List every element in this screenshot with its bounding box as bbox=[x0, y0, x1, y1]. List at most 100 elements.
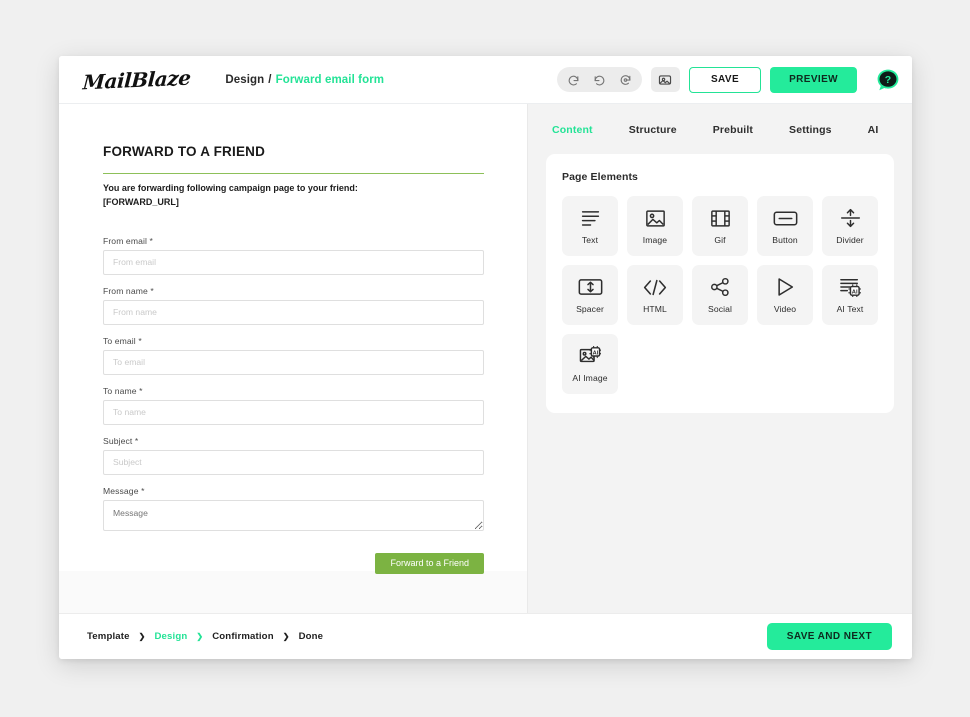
required-marker: * bbox=[134, 435, 139, 446]
step-design[interactable]: Design bbox=[154, 631, 187, 642]
page-title: FORWARD TO A FRIEND bbox=[103, 144, 266, 159]
form-fields: From email * From name * bbox=[103, 236, 484, 531]
brand-logo: MailBlaze bbox=[82, 65, 192, 94]
element-tile-image[interactable]: Image bbox=[627, 196, 683, 256]
play-triangle-icon bbox=[776, 276, 795, 298]
share-nodes-icon bbox=[710, 276, 731, 298]
element-tile-video[interactable]: Video bbox=[757, 265, 813, 325]
element-label: AI Text bbox=[836, 304, 864, 314]
message-textarea[interactable] bbox=[103, 499, 484, 531]
field-message: Message * bbox=[103, 486, 484, 531]
label-text: Subject bbox=[103, 435, 133, 446]
film-strip-icon bbox=[710, 207, 731, 229]
field-from-email: From email * bbox=[103, 236, 484, 275]
tab-structure[interactable]: Structure bbox=[629, 118, 677, 142]
required-marker: * bbox=[139, 385, 143, 396]
label-to-email: To email * bbox=[103, 336, 484, 346]
field-subject: Subject * bbox=[103, 436, 484, 475]
history-button-group bbox=[556, 67, 642, 92]
element-tile-text[interactable]: Text bbox=[562, 196, 618, 256]
history-restore-icon[interactable] bbox=[618, 72, 633, 87]
page-elements-card: Page Elements Text Image Gif Button Divi… bbox=[546, 154, 894, 413]
element-tile-ai-text[interactable]: AI AI Text bbox=[822, 265, 878, 325]
save-button[interactable]: SAVE bbox=[688, 66, 762, 93]
element-label: Social bbox=[707, 304, 732, 314]
element-label: Button bbox=[772, 235, 798, 245]
page-elements-title: Page Elements bbox=[562, 171, 638, 183]
to-email-input[interactable] bbox=[103, 349, 484, 375]
top-toolbar: MailBlaze Design / Forward email form SA… bbox=[59, 56, 912, 104]
breadcrumb-separator: / bbox=[268, 73, 272, 86]
intro-text: You are forwarding following campaign pa… bbox=[103, 182, 484, 210]
subject-input[interactable] bbox=[103, 449, 484, 475]
chevron-right-icon: ❯ bbox=[138, 632, 146, 641]
divider-arrows-icon bbox=[840, 207, 861, 229]
step-template[interactable]: Template bbox=[87, 631, 130, 642]
element-tile-divider[interactable]: Divider bbox=[822, 196, 878, 256]
forward-email-form: FORWARD TO A FRIEND You are forwarding f… bbox=[59, 104, 527, 574]
breadcrumb-section[interactable]: Design bbox=[225, 74, 264, 86]
redo-icon[interactable] bbox=[592, 72, 607, 87]
preview-button[interactable]: PREVIEW bbox=[770, 66, 857, 93]
editor-body: FORWARD TO A FRIEND You are forwarding f… bbox=[59, 104, 912, 613]
spacer-arrows-icon bbox=[578, 276, 603, 298]
breadcrumb-current: Forward email form bbox=[275, 73, 385, 86]
step-confirmation[interactable]: Confirmation bbox=[212, 631, 274, 642]
label-text: To email bbox=[103, 335, 136, 346]
button-icon bbox=[773, 207, 798, 229]
required-marker: * bbox=[141, 485, 145, 496]
intro-line-2: [FORWARD_URL] bbox=[103, 196, 179, 207]
element-tile-button[interactable]: Button bbox=[757, 196, 813, 256]
image-icon bbox=[645, 207, 666, 229]
element-tile-ai-image[interactable]: AI AI Image bbox=[562, 334, 618, 394]
from-email-input[interactable] bbox=[103, 249, 484, 275]
to-name-input[interactable] bbox=[103, 399, 484, 425]
required-marker: * bbox=[149, 235, 153, 246]
page-elements-grid: Text Image Gif Button Divider Spacer HTM… bbox=[562, 196, 878, 394]
field-from-name: From name * bbox=[103, 286, 484, 325]
tab-content[interactable]: Content bbox=[552, 118, 593, 142]
tab-settings[interactable]: Settings bbox=[789, 118, 832, 142]
element-tile-spacer[interactable]: Spacer bbox=[562, 265, 618, 325]
required-marker: * bbox=[138, 335, 142, 346]
intro-line-1: You are forwarding following campaign pa… bbox=[103, 183, 358, 193]
chevron-right-icon: ❯ bbox=[196, 632, 204, 641]
svg-text:AI: AI bbox=[852, 290, 858, 296]
element-label: Gif bbox=[714, 235, 726, 245]
field-to-name: To name * bbox=[103, 386, 484, 425]
image-preview-icon[interactable] bbox=[650, 67, 680, 92]
element-label: Divider bbox=[836, 235, 864, 245]
element-label: Spacer bbox=[576, 304, 604, 314]
undo-icon[interactable] bbox=[566, 72, 581, 87]
email-canvas-pane: FORWARD TO A FRIEND You are forwarding f… bbox=[59, 104, 528, 613]
help-question-bubble-icon[interactable]: ? bbox=[876, 68, 900, 92]
svg-text:?: ? bbox=[885, 74, 891, 86]
label-text: From name bbox=[103, 285, 148, 296]
tab-ai[interactable]: AI bbox=[868, 118, 879, 142]
text-lines-icon bbox=[580, 207, 601, 229]
from-name-input[interactable] bbox=[103, 299, 484, 325]
element-label: Video bbox=[773, 304, 797, 314]
element-tile-gif[interactable]: Gif bbox=[692, 196, 748, 256]
tab-prebuilt[interactable]: Prebuilt bbox=[713, 118, 753, 142]
step-done[interactable]: Done bbox=[299, 631, 324, 642]
ai-text-chip-icon: AI bbox=[839, 276, 861, 298]
label-text: From email bbox=[103, 235, 147, 246]
app-window: MailBlaze Design / Forward email form SA… bbox=[59, 56, 912, 659]
element-label: AI Image bbox=[572, 373, 608, 383]
panel-tabs: Content Structure Prebuilt Settings AI bbox=[546, 104, 894, 142]
chevron-right-icon: ❯ bbox=[282, 632, 290, 641]
forward-to-friend-button[interactable]: Forward to a Friend bbox=[375, 552, 484, 574]
element-tile-html[interactable]: HTML bbox=[627, 265, 683, 325]
svg-text:AI: AI bbox=[593, 350, 599, 356]
label-from-email: From email * bbox=[103, 236, 484, 246]
element-tile-social[interactable]: Social bbox=[692, 265, 748, 325]
save-and-next-button[interactable]: SAVE AND NEXT bbox=[766, 623, 892, 650]
ai-image-chip-icon: AI bbox=[579, 345, 601, 367]
title-divider bbox=[103, 173, 484, 174]
label-text: To name bbox=[103, 385, 137, 396]
label-message: Message * bbox=[103, 486, 484, 496]
submit-row: Forward to a Friend bbox=[103, 552, 484, 574]
sidebar-panel: Content Structure Prebuilt Settings AI P… bbox=[528, 104, 912, 613]
code-brackets-icon bbox=[643, 276, 667, 298]
